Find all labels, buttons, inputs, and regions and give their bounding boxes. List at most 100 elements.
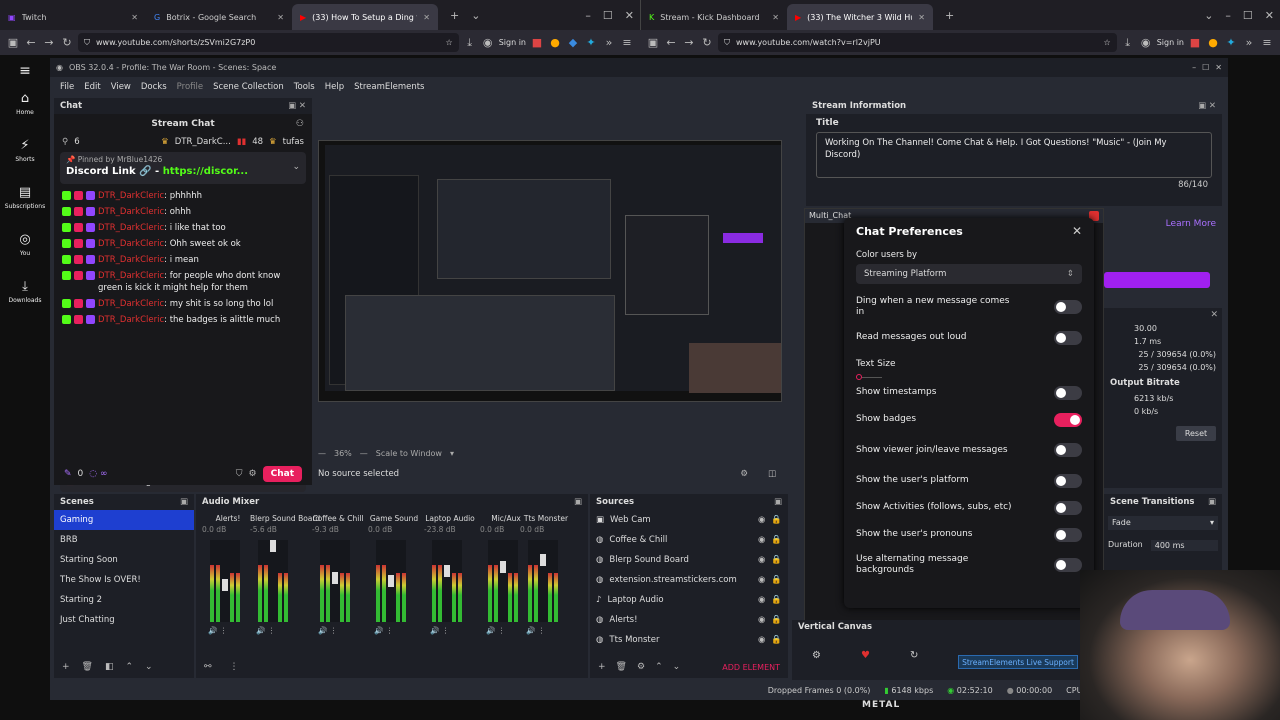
eye-icon[interactable]: ◉: [758, 615, 765, 625]
scene-item[interactable]: Starting Soon: [54, 550, 194, 570]
menu-tools[interactable]: Tools: [294, 82, 315, 92]
minimize-icon[interactable]: –: [1219, 9, 1237, 22]
volume-meter[interactable]: [376, 540, 406, 622]
menu-streamelements[interactable]: StreamElements: [354, 82, 424, 92]
arrow-down-icon[interactable]: ⌄: [673, 662, 681, 672]
close-tab-icon[interactable]: ✕: [423, 13, 430, 22]
reload-icon[interactable]: ↻: [60, 36, 74, 49]
volume-fader[interactable]: [388, 575, 394, 587]
chat-username[interactable]: DTR_DarkCleric: [98, 191, 164, 201]
transition-select[interactable]: Fade ▾: [1108, 516, 1218, 530]
menu-scene-collection[interactable]: Scene Collection: [213, 82, 284, 92]
extension-icon[interactable]: ✦: [584, 36, 598, 49]
add-element-button[interactable]: ADD ELEMENT: [722, 663, 780, 672]
address-bar[interactable]: ⛉ www.youtube.com/shorts/zSVmi2G7zP0 ☆: [78, 33, 459, 52]
pref-toggle[interactable]: [1054, 558, 1082, 572]
more-icon[interactable]: »: [1242, 36, 1256, 49]
new-tab-icon[interactable]: +: [939, 9, 960, 22]
download-icon[interactable]: ⤓: [463, 36, 477, 50]
chat-send-button[interactable]: Chat: [262, 466, 302, 482]
volume-meter[interactable]: [528, 540, 558, 622]
trash-icon[interactable]: 🗑: [82, 662, 93, 672]
extension-icon[interactable]: ◆: [566, 36, 580, 49]
speaker-icon[interactable]: 🔊: [430, 626, 439, 635]
menu-profile[interactable]: Profile: [177, 82, 203, 92]
browser-tab[interactable]: ▶ (33) How To Setup a Ding for ✕: [292, 4, 438, 30]
more-icon[interactable]: ⋮: [386, 626, 394, 635]
scene-item[interactable]: BRB: [54, 530, 194, 550]
forward-icon[interactable]: →: [682, 36, 696, 49]
menu-file[interactable]: File: [60, 82, 74, 92]
more-icon[interactable]: ⋮: [220, 626, 228, 635]
chat-username[interactable]: DTR_DarkCleric: [98, 255, 164, 265]
scene-item[interactable]: The Show Is OVER!: [54, 570, 194, 590]
arrow-up-icon[interactable]: ⌃: [126, 662, 134, 672]
reset-button[interactable]: Reset: [1176, 426, 1216, 441]
volume-meter[interactable]: [488, 540, 518, 622]
yt-nav-shorts[interactable]: ⚡ Shorts: [0, 138, 50, 163]
pref-toggle[interactable]: [1054, 330, 1082, 345]
chevron-down-icon[interactable]: ⌄: [292, 162, 300, 172]
pinned-message[interactable]: 📌 Pinned by MrBlue1426 Discord Link 🔗 - …: [60, 152, 306, 184]
scale-select[interactable]: Scale to Window: [376, 449, 442, 458]
bookmark-icon[interactable]: ☆: [446, 38, 453, 47]
volume-fader[interactable]: [540, 554, 546, 566]
source-item[interactable]: ◍ Alerts! ◉ 🔒: [590, 610, 788, 630]
gear-icon[interactable]: ⚙: [637, 662, 645, 672]
browser-tab[interactable]: ▶ (33) The Witcher 3 Wild Hu ✕: [787, 4, 933, 30]
bookmark-icon[interactable]: ☆: [1104, 38, 1111, 47]
close-icon[interactable]: ✕: [1072, 224, 1082, 238]
close-icon[interactable]: ✕: [1215, 63, 1222, 72]
pinned-link[interactable]: https://discor...: [163, 166, 248, 177]
menu-edit[interactable]: Edit: [84, 82, 100, 92]
top-chatter-2[interactable]: tufas: [283, 137, 304, 147]
lock-icon[interactable]: 🔒: [771, 635, 782, 645]
filter-icon[interactable]: ◧: [105, 662, 114, 672]
volume-fader[interactable]: [222, 578, 228, 591]
more-icon[interactable]: »: [602, 36, 616, 49]
pref-toggle[interactable]: [1054, 385, 1082, 400]
chat-username[interactable]: DTR_DarkCleric: [98, 315, 164, 325]
eye-icon[interactable]: ◉: [758, 635, 765, 645]
zoom-out-icon[interactable]: —: [318, 449, 326, 458]
speaker-icon[interactable]: 🔊: [208, 626, 217, 635]
more-icon[interactable]: ⋮: [330, 626, 338, 635]
eye-icon[interactable]: ◉: [758, 595, 765, 605]
extension-icon[interactable]: ✦: [1224, 36, 1238, 49]
close-tab-icon[interactable]: ✕: [277, 13, 284, 22]
chevron-down-icon[interactable]: ▾: [450, 449, 454, 458]
heart-icon[interactable]: ♥: [861, 650, 870, 661]
learn-more-link[interactable]: Learn More: [1166, 219, 1216, 229]
scene-item[interactable]: Starting 2: [54, 590, 194, 610]
lock-icon[interactable]: 🔒: [771, 515, 782, 525]
text-size-slider[interactable]: [856, 374, 886, 380]
users-icon[interactable]: ⚇: [296, 119, 304, 129]
extension-icon[interactable]: ■: [1188, 36, 1202, 49]
volume-fader[interactable]: [332, 571, 338, 584]
menu-help[interactable]: Help: [325, 82, 344, 92]
purple-update-button[interactable]: [1104, 272, 1210, 288]
sign-in-link[interactable]: Sign in: [1157, 38, 1184, 47]
extension-icon[interactable]: ●: [548, 36, 562, 49]
duration-input[interactable]: 400 ms: [1150, 540, 1218, 551]
live-support-button[interactable]: StreamElements Live Support: [958, 655, 1078, 669]
eye-icon[interactable]: ◉: [758, 535, 765, 545]
gear-icon[interactable]: ⚙: [249, 469, 257, 479]
arrow-down-icon[interactable]: ⌄: [145, 662, 153, 672]
eye-icon[interactable]: ◉: [758, 555, 765, 565]
pref-toggle[interactable]: [1054, 412, 1082, 427]
gear-icon[interactable]: ⚙: [740, 469, 748, 479]
minimize-icon[interactable]: –: [579, 9, 597, 22]
shield-icon[interactable]: ⛉: [236, 469, 243, 479]
menu-view[interactable]: View: [111, 82, 131, 92]
refresh-icon[interactable]: ↻: [910, 650, 918, 661]
source-item[interactable]: ♪ Laptop Audio ◉ 🔒: [590, 590, 788, 610]
tab-list-icon[interactable]: ⌄: [1198, 9, 1219, 22]
browser-tab[interactable]: K Stream - Kick Dashboard ✕: [641, 4, 787, 30]
browser-tab[interactable]: G Botrix - Google Search ✕: [146, 4, 292, 30]
zoom-in-icon[interactable]: —: [360, 449, 368, 458]
chat-username[interactable]: DTR_DarkCleric: [98, 223, 164, 233]
source-item[interactable]: ▣ Web Cam ◉ 🔒: [590, 510, 788, 530]
close-window-icon[interactable]: ✕: [619, 9, 640, 22]
more-icon[interactable]: ⋮: [230, 662, 239, 672]
